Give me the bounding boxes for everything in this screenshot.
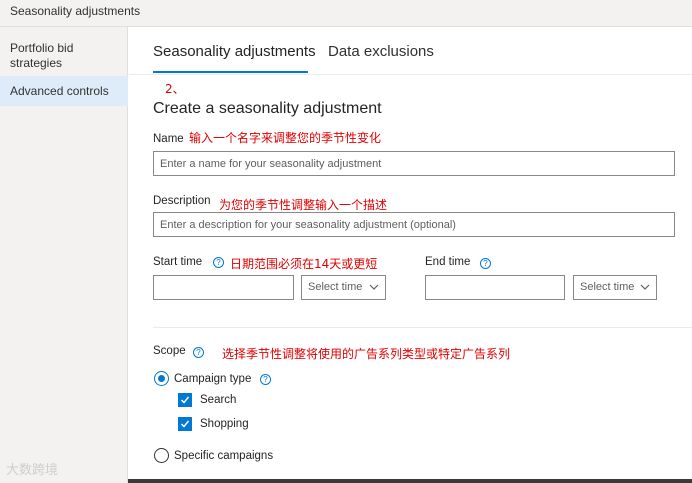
specific-campaigns-radio[interactable] <box>154 448 169 463</box>
tab-data-exclusions[interactable]: Data exclusions <box>328 43 434 60</box>
watermark: 大数跨境 <box>6 459 58 478</box>
section-divider <box>153 327 692 328</box>
main-panel: Seasonality adjustments Data exclusions … <box>129 27 692 483</box>
annotation-name: 输入一个名字来调整您的季节性变化 <box>189 131 382 145</box>
start-time-label: Start time <box>153 256 203 268</box>
start-time-help-icon[interactable]: ? <box>213 257 224 268</box>
shopping-checkbox[interactable] <box>178 417 192 431</box>
start-date-input[interactable] <box>153 275 294 300</box>
annotation-date-range: 日期范围必须在14天或更短 <box>230 257 378 271</box>
sidebar-item-advanced-controls[interactable]: Advanced controls <box>0 76 128 106</box>
checkmark-icon <box>180 420 190 428</box>
chevron-down-icon <box>369 284 379 290</box>
campaign-type-label: Campaign type <box>174 373 252 385</box>
end-time-select[interactable]: Select time <box>573 275 657 300</box>
shopping-label: Shopping <box>200 418 249 430</box>
sidebar: Portfolio bid strategies Advanced contro… <box>0 27 128 483</box>
chevron-down-icon <box>640 284 650 290</box>
scope-help-icon[interactable]: ? <box>193 347 204 358</box>
name-input[interactable] <box>153 151 675 176</box>
specific-campaigns-label: Specific campaigns <box>174 450 274 462</box>
campaign-type-radio[interactable] <box>154 371 169 386</box>
window-title-bar: Seasonality adjustments <box>0 0 692 27</box>
tab-seasonality-adjustments[interactable]: Seasonality adjustments <box>153 43 316 60</box>
start-time-select[interactable]: Select time <box>301 275 386 300</box>
search-checkbox[interactable] <box>178 393 192 407</box>
annotation-description: 为您的季节性调整输入一个描述 <box>219 198 388 212</box>
name-label: Name <box>153 133 184 145</box>
tab-divider <box>129 74 692 75</box>
active-tab-indicator <box>153 71 308 73</box>
annotation-scope: 选择季节性调整将使用的广告系列类型或特定广告系列 <box>222 347 511 361</box>
watermark-text: 大数跨境 <box>6 462 59 477</box>
form-heading: Create a seasonality adjustment <box>153 100 382 117</box>
description-input[interactable] <box>153 212 675 237</box>
campaign-type-help-icon[interactable]: ? <box>260 374 271 385</box>
search-label: Search <box>200 394 237 406</box>
checkmark-icon <box>180 396 190 404</box>
end-time-select-value: Select time <box>580 281 635 293</box>
end-date-input[interactable] <box>425 275 565 300</box>
sidebar-item-portfolio-bid-strategies[interactable]: Portfolio bid strategies <box>0 41 128 71</box>
end-time-help-icon[interactable]: ? <box>480 258 491 269</box>
annotation-step: 2、 <box>165 82 185 96</box>
end-time-label: End time <box>425 256 471 268</box>
scope-label: Scope <box>153 345 186 357</box>
bottom-edge-bar <box>128 479 692 483</box>
window-title: Seasonality adjustments <box>10 4 141 18</box>
start-time-select-value: Select time <box>308 281 363 293</box>
description-label: Description <box>153 195 211 207</box>
